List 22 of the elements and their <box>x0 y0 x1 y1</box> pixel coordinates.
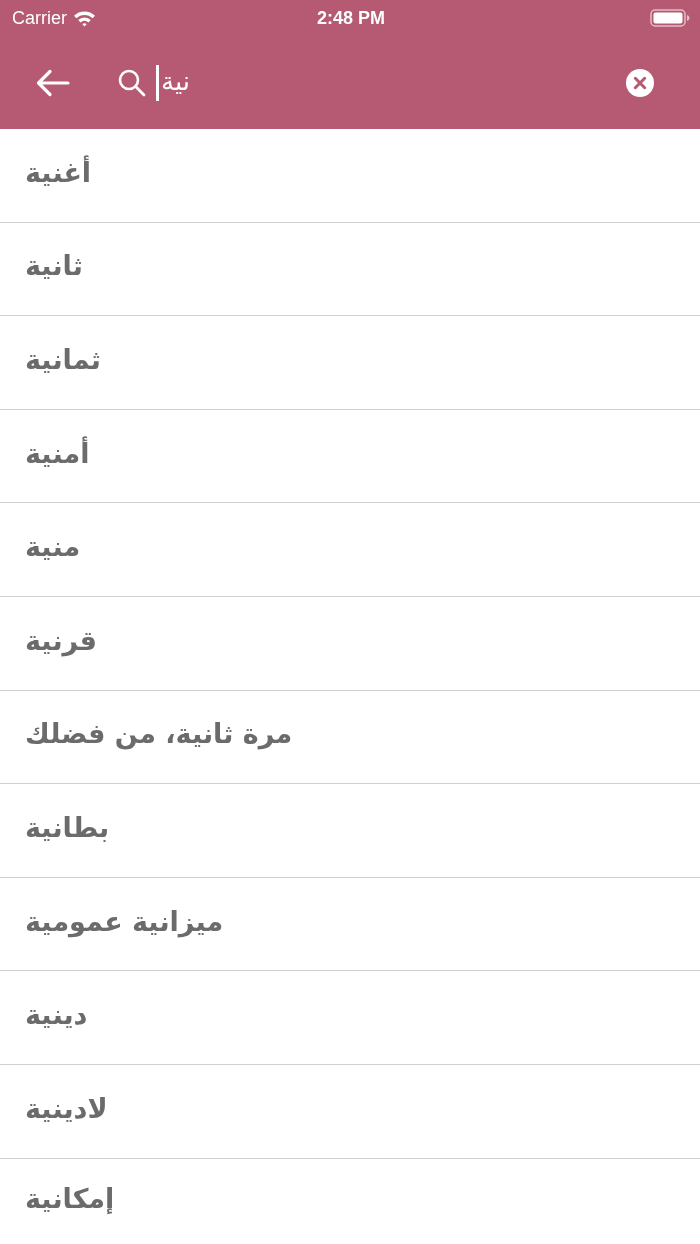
result-item[interactable]: قرنية <box>0 596 700 691</box>
back-button[interactable] <box>36 68 70 97</box>
result-item[interactable]: ثانية <box>0 222 700 317</box>
clear-button[interactable] <box>626 68 654 97</box>
status-time: 2:48 PM <box>317 7 385 29</box>
result-item[interactable]: بطانية <box>0 784 700 878</box>
battery-icon <box>650 9 690 27</box>
wifi-icon <box>73 9 96 27</box>
carrier-label: Carrier <box>12 7 67 29</box>
back-arrow-icon <box>36 68 70 97</box>
result-item[interactable]: مرة ثانية، من فضلك <box>0 690 700 785</box>
result-item[interactable]: ثمانية <box>0 316 700 410</box>
result-item[interactable]: إمكانية <box>0 1158 700 1244</box>
search-input[interactable]: نية <box>159 65 610 100</box>
result-item[interactable]: لادينية <box>0 1064 700 1159</box>
search-icon <box>118 68 146 97</box>
clear-icon <box>626 68 654 97</box>
result-item[interactable]: منية <box>0 503 700 597</box>
result-item[interactable]: أمنية <box>0 409 700 504</box>
result-item[interactable]: دينية <box>0 971 700 1065</box>
result-item[interactable]: ميزانية عمومية <box>0 877 700 972</box>
result-item[interactable]: أغنية <box>0 129 700 223</box>
